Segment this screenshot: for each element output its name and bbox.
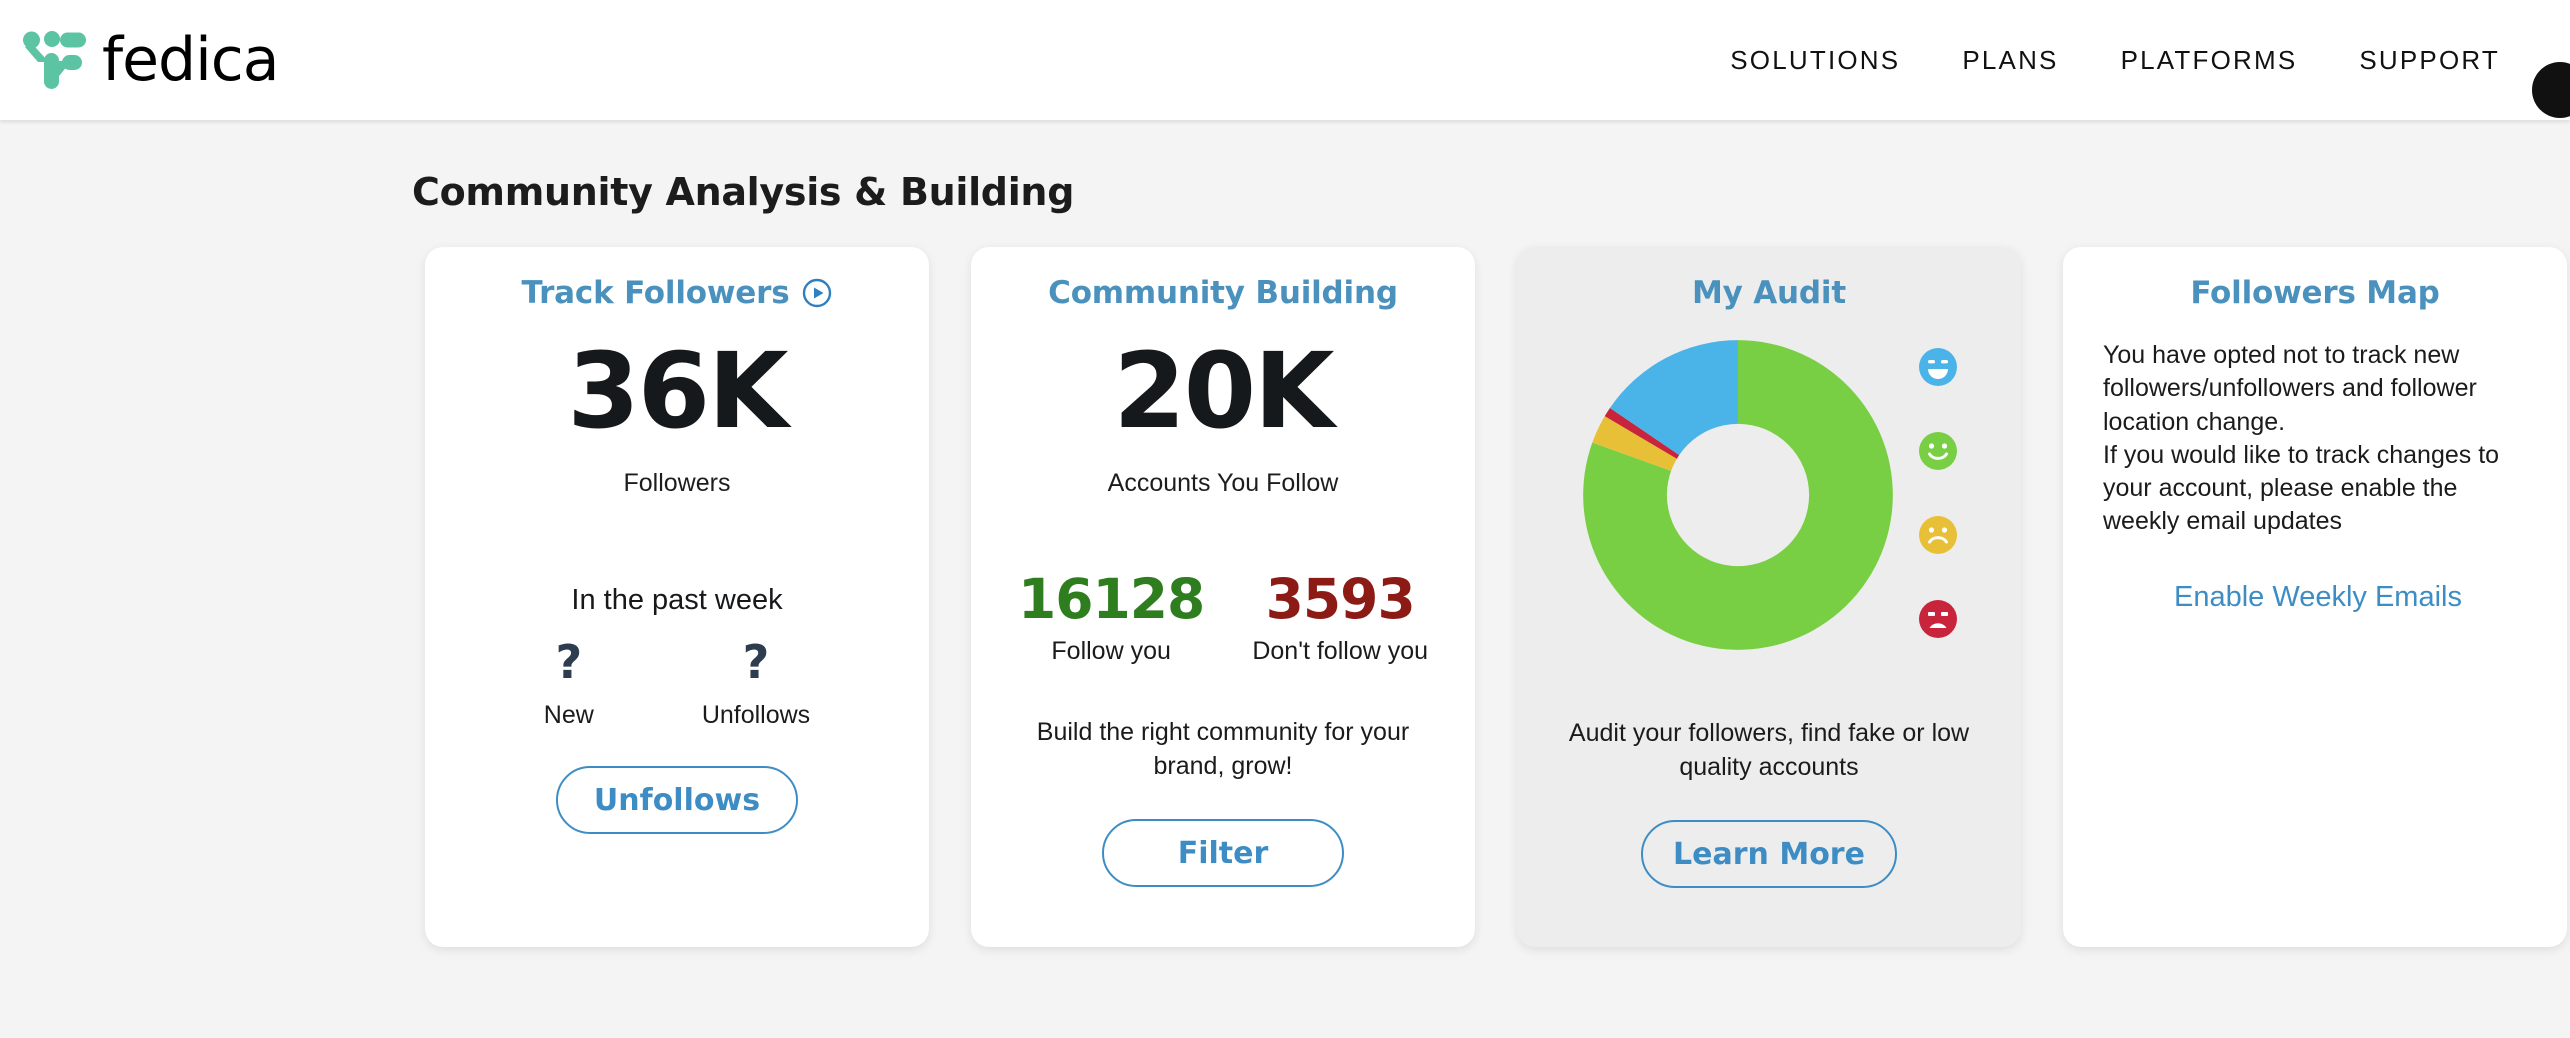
learn-more-button[interactable]: Learn More bbox=[1641, 820, 1897, 888]
unfollows-button[interactable]: Unfollows bbox=[556, 766, 798, 834]
cards-row: Track Followers 36K Followers In the pas… bbox=[0, 247, 2570, 947]
card-title-label: Community Building bbox=[1048, 275, 1398, 311]
enable-weekly-emails-link[interactable]: Enable Weekly Emails bbox=[2103, 581, 2533, 614]
card-title-community-building: Community Building bbox=[1048, 275, 1398, 311]
main-content: Community Analysis & Building Track Foll… bbox=[0, 170, 2570, 947]
following-count: 20K bbox=[1113, 339, 1332, 443]
stat-unfollows-value: ? bbox=[743, 639, 770, 685]
filter-button[interactable]: Filter bbox=[1102, 819, 1344, 887]
nav-item-solutions[interactable]: SOLUTIONS bbox=[1730, 45, 1900, 76]
stat-follow-you-label: Follow you bbox=[1051, 637, 1171, 666]
brand-logo[interactable]: fedica bbox=[22, 30, 279, 90]
card-community-building: Community Building 20K Accounts You Foll… bbox=[971, 247, 1475, 947]
card-my-audit: My Audit bbox=[1517, 247, 2021, 947]
card-title-label: Followers Map bbox=[2190, 275, 2439, 311]
card-title-my-audit: My Audit bbox=[1692, 275, 1846, 311]
main-nav: SOLUTIONS PLANS PLATFORMS SUPPORT bbox=[1730, 45, 2570, 76]
followers-map-body: You have opted not to track new follower… bbox=[2089, 339, 2541, 614]
followers-count: 36K bbox=[567, 339, 786, 443]
stat-follow-you: 16128 Follow you bbox=[1018, 572, 1204, 666]
weekly-stats: ? New ? Unfollows bbox=[451, 639, 903, 730]
brand-name: fedica bbox=[102, 30, 279, 90]
audit-donut-chart bbox=[1580, 337, 1896, 653]
play-circle-icon[interactable] bbox=[802, 278, 832, 308]
stat-dont-follow-you-label: Don't follow you bbox=[1252, 637, 1428, 666]
stat-follow-you-value: 16128 bbox=[1018, 572, 1204, 627]
stat-new-label: New bbox=[544, 701, 594, 730]
card-followers-map: Followers Map You have opted not to trac… bbox=[2063, 247, 2567, 947]
community-building-blurb: Build the right community for your brand… bbox=[1013, 716, 1433, 783]
page-title: Community Analysis & Building bbox=[412, 170, 2570, 214]
card-title-label: My Audit bbox=[1692, 275, 1846, 311]
card-track-followers: Track Followers 36K Followers In the pas… bbox=[425, 247, 929, 947]
stat-unfollows: ? Unfollows bbox=[702, 639, 810, 730]
stat-new-value: ? bbox=[555, 639, 582, 685]
followers-map-paragraph-1: You have opted not to track new follower… bbox=[2103, 339, 2533, 439]
card-title-track-followers: Track Followers bbox=[522, 275, 833, 311]
stat-dont-follow-you: 3593 Don't follow you bbox=[1252, 572, 1428, 666]
frowning-face-icon[interactable] bbox=[1918, 515, 1958, 555]
nav-item-plans[interactable]: PLANS bbox=[1962, 45, 2058, 76]
nav-item-support[interactable]: SUPPORT bbox=[2359, 45, 2500, 76]
audit-chart-row bbox=[1543, 337, 1995, 653]
nav-item-platforms[interactable]: PLATFORMS bbox=[2121, 45, 2298, 76]
stat-unfollows-label: Unfollows bbox=[702, 701, 810, 730]
following-count-label: Accounts You Follow bbox=[1108, 469, 1339, 498]
stat-new: ? New bbox=[544, 639, 594, 730]
site-header: fedica SOLUTIONS PLANS PLATFORMS SUPPORT bbox=[0, 0, 2570, 120]
followers-map-paragraph-2: If you would like to track changes to yo… bbox=[2103, 439, 2533, 539]
fedica-logo-icon bbox=[22, 31, 88, 89]
laughing-face-icon[interactable] bbox=[1918, 347, 1958, 387]
card-title-followers-map: Followers Map bbox=[2190, 275, 2439, 311]
angry-face-icon[interactable] bbox=[1918, 599, 1958, 639]
follow-stats: 16128 Follow you 3593 Don't follow you bbox=[997, 572, 1449, 666]
my-audit-blurb: Audit your followers, find fake or low q… bbox=[1559, 717, 1979, 784]
stat-dont-follow-you-value: 3593 bbox=[1266, 572, 1415, 627]
followers-count-label: Followers bbox=[624, 469, 731, 498]
period-label: In the past week bbox=[571, 584, 782, 617]
smiling-face-icon[interactable] bbox=[1918, 431, 1958, 471]
audit-legend bbox=[1918, 347, 1958, 643]
card-title-label: Track Followers bbox=[522, 275, 790, 311]
